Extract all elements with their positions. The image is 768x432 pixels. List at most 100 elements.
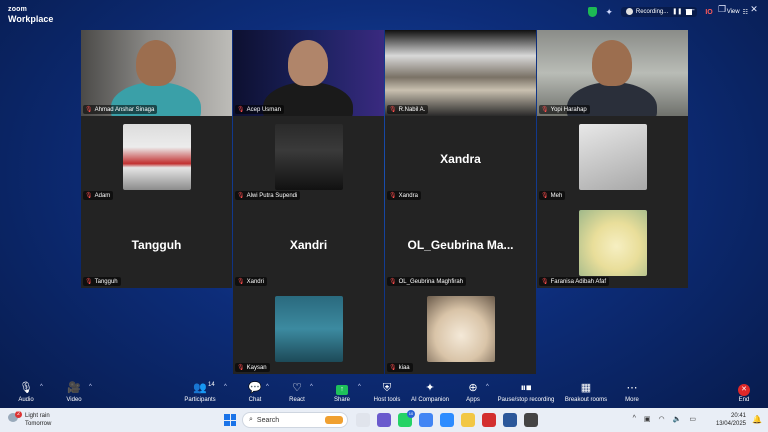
search-icon: ⌕ bbox=[249, 416, 253, 423]
discord-icon[interactable] bbox=[377, 413, 391, 427]
pause-stop-recording-button[interactable]: ⏸⏹ Pause/stop recording bbox=[494, 382, 558, 403]
security-shield-icon[interactable] bbox=[588, 7, 598, 17]
participant-name-label: 🎙 kiaa bbox=[387, 363, 413, 372]
video-feed bbox=[81, 30, 232, 116]
audio-options-chevron-icon[interactable]: ^ bbox=[40, 384, 43, 390]
participant-tile[interactable]: OL_Geubrina Ma... 🎙 OL_Geubrina Maghfirah bbox=[385, 202, 536, 288]
participant-display-name: OL_Geubrina Ma... bbox=[407, 238, 514, 252]
zoom-logo: zoom Workplace bbox=[8, 6, 54, 24]
muted-microphone-icon: 🎙 bbox=[237, 107, 245, 113]
muted-microphone-icon: 🎙 bbox=[237, 365, 245, 371]
participant-name-label: 🎙 Acep Usman bbox=[235, 105, 284, 114]
participant-name: R.Nabil A. bbox=[398, 106, 426, 113]
window-controls: — ❐ ✕ bbox=[684, 4, 760, 15]
more-button[interactable]: ⋯ More bbox=[602, 382, 662, 403]
ai-sparkle-icon[interactable]: ✦ bbox=[605, 7, 613, 18]
muted-microphone-icon: 🎙 bbox=[85, 107, 93, 113]
participant-name: Alwi Putra Supendi bbox=[246, 192, 298, 199]
muted-microphone-icon: 🎙 bbox=[541, 107, 549, 113]
muted-microphone-icon: 🎙 bbox=[541, 193, 549, 199]
participant-name: Yopi Harahap bbox=[550, 106, 587, 113]
pause-stop-icon: ⏸⏹ bbox=[520, 382, 532, 394]
title-bar: zoom Workplace ✦ Recording... ❚❚ IO View… bbox=[0, 0, 768, 24]
participant-tile[interactable]: Tangguh 🎙 Tangguh bbox=[81, 202, 232, 288]
participant-name-label: 🎙 R.Nabil A. bbox=[387, 105, 429, 114]
recording-dot-icon bbox=[625, 8, 633, 16]
participant-tile[interactable]: 🎙 Meh bbox=[537, 116, 688, 202]
share-screen-icon: ↑ bbox=[336, 385, 348, 395]
video-button[interactable]: 🎥 Video bbox=[44, 382, 104, 403]
apps-chevron-icon[interactable]: ^ bbox=[486, 384, 489, 390]
video-options-chevron-icon[interactable]: ^ bbox=[89, 384, 92, 390]
participant-display-name: Xandri bbox=[289, 238, 328, 252]
participant-tile[interactable]: 🎙 Faranisa Adibah Afaf bbox=[537, 202, 688, 288]
muted-microphone-icon: 🎙 bbox=[85, 193, 93, 199]
wifi-icon[interactable]: ◠ bbox=[659, 415, 665, 423]
participant-tile[interactable]: 🎙 Ahmad Anshar Sinaga bbox=[81, 30, 232, 116]
participant-tile[interactable]: 🎙 Adam bbox=[81, 116, 232, 202]
taskbar-clock[interactable]: 20:41 13/04/2025 bbox=[716, 412, 746, 428]
pause-icon[interactable]: ❚❚ bbox=[672, 8, 682, 15]
participant-display-name: Tangguh bbox=[131, 238, 182, 252]
participant-tile[interactable]: 🎙 Acep Usman bbox=[233, 30, 384, 116]
notifications-bell-icon[interactable]: 🔔 bbox=[752, 415, 762, 424]
participant-name-label: 🎙 Yopi Harahap bbox=[539, 105, 590, 114]
person-silhouette bbox=[592, 40, 632, 86]
pdf-reader-icon[interactable] bbox=[482, 413, 496, 427]
chrome-icon[interactable] bbox=[419, 413, 433, 427]
participant-name-label: 🎙 Faranisa Adibah Afaf bbox=[539, 277, 609, 286]
tray-chevron-icon[interactable]: ^ bbox=[633, 415, 636, 423]
windows-taskbar: 2 Light rain Tomorrow ⌕ Search 10 ^ ▣ ◠ 🔈… bbox=[0, 408, 768, 432]
battery-icon[interactable]: ▭ bbox=[689, 415, 696, 423]
taskbar-search-input[interactable]: ⌕ Search bbox=[242, 412, 348, 428]
restore-icon[interactable]: ❐ bbox=[716, 4, 728, 15]
muted-microphone-icon: 🎙 bbox=[237, 193, 245, 199]
video-feed bbox=[537, 30, 688, 116]
store-icon[interactable] bbox=[524, 413, 538, 427]
participant-tile[interactable]: 🎙 Yopi Harahap bbox=[537, 30, 688, 116]
participant-name-label: 🎙 Tangguh bbox=[83, 277, 121, 286]
participant-name: Meh bbox=[550, 192, 563, 199]
person-silhouette bbox=[288, 40, 328, 86]
close-icon[interactable]: ✕ bbox=[748, 4, 760, 15]
system-tray: ^ ▣ ◠ 🔈 ▭ bbox=[633, 415, 696, 423]
weather-widget[interactable]: 2 Light rain Tomorrow bbox=[8, 411, 51, 428]
video-feed bbox=[233, 30, 384, 116]
profile-picture bbox=[579, 124, 647, 190]
participants-button[interactable]: 👥 14 Participants bbox=[170, 382, 230, 403]
participant-name: kiaa bbox=[398, 364, 410, 371]
muted-microphone-icon: 🎙 bbox=[541, 279, 549, 285]
participant-name: Adam bbox=[94, 192, 111, 199]
whatsapp-icon[interactable]: 10 bbox=[398, 410, 415, 427]
participant-tile[interactable]: 🎙 kiaa bbox=[385, 288, 536, 374]
participant-name: Faranisa Adibah Afaf bbox=[550, 278, 606, 285]
participant-name: Kaysan bbox=[246, 364, 267, 371]
minimize-icon[interactable]: — bbox=[684, 4, 696, 15]
search-highlight-icon bbox=[325, 416, 343, 424]
zoom-icon[interactable] bbox=[440, 413, 454, 427]
muted-microphone-icon: 🎙 bbox=[237, 279, 245, 285]
participant-name: Xandra bbox=[398, 192, 418, 199]
more-icon: ⋯ bbox=[626, 382, 638, 394]
participant-tile[interactable]: Xandra 🎙 Xandra bbox=[385, 116, 536, 202]
weather-badge: 2 bbox=[15, 411, 22, 418]
file-explorer-icon[interactable] bbox=[461, 413, 475, 427]
muted-microphone-icon: 🎙 bbox=[85, 279, 93, 285]
participant-tile[interactable]: Xandri 🎙 Xandri bbox=[233, 202, 384, 288]
profile-picture bbox=[275, 296, 343, 362]
end-meeting-button[interactable]: ✕ End bbox=[714, 382, 768, 403]
muted-microphone-icon: 🎙 bbox=[389, 365, 397, 371]
participant-name: Ahmad Anshar Sinaga bbox=[94, 106, 155, 113]
participant-name-label: 🎙 Xandri bbox=[235, 277, 267, 286]
camera-icon: 🎥 bbox=[67, 382, 81, 394]
copilot-icon[interactable] bbox=[356, 413, 370, 427]
participant-name-label: 🎙 Adam bbox=[83, 191, 114, 200]
profile-picture bbox=[275, 124, 343, 190]
participant-tile[interactable]: 🎙 Kaysan bbox=[233, 288, 384, 374]
volume-icon[interactable]: 🔈 bbox=[673, 415, 682, 423]
participant-tile[interactable]: 🎙 Alwi Putra Supendi bbox=[233, 116, 384, 202]
windows-start-icon[interactable] bbox=[224, 414, 236, 426]
participant-tile[interactable]: 🎙 R.Nabil A. bbox=[385, 30, 536, 116]
teams-icon[interactable]: ▣ bbox=[644, 415, 651, 423]
word-icon[interactable] bbox=[503, 413, 517, 427]
